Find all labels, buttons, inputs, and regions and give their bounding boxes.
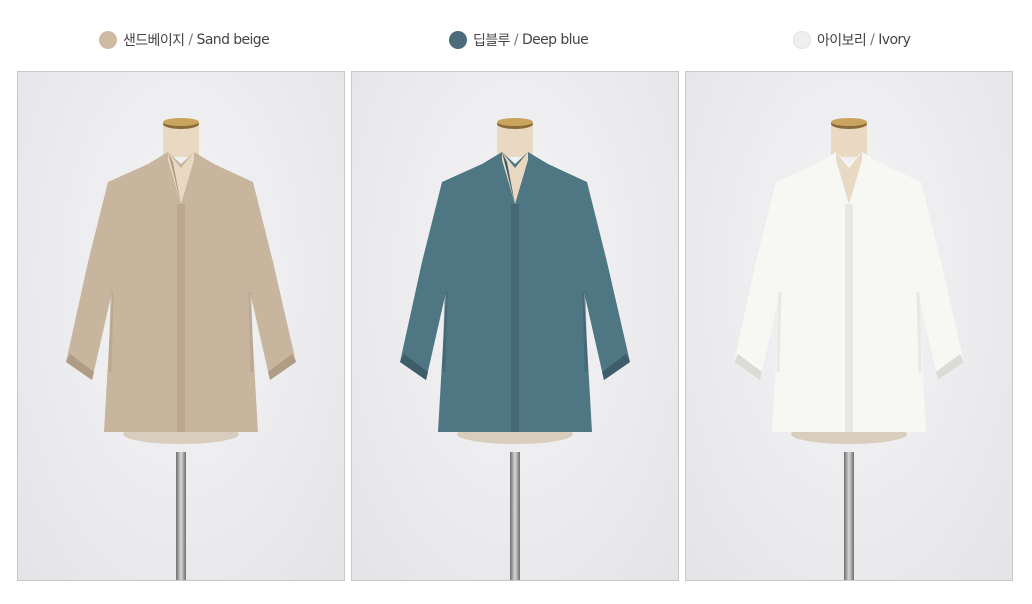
- color-swatch-icon: [99, 31, 117, 49]
- color-swatch-icon: [449, 31, 467, 49]
- product-image-ivory: [685, 71, 1013, 581]
- label-separator: /: [870, 32, 875, 48]
- color-name-english: Ivory: [878, 32, 911, 48]
- blouse-photo-icon: [734, 118, 964, 580]
- color-name-english: Deep blue: [521, 32, 589, 48]
- product-image-sand-beige: [17, 71, 345, 581]
- product-image-deep-blue: [351, 71, 679, 581]
- blouse-photo-icon: [66, 118, 296, 580]
- color-name-korean: 샌드베이지: [123, 33, 185, 49]
- color-name-korean: 아이보리: [817, 33, 867, 49]
- color-swatch-icon: [793, 31, 811, 49]
- color-name-english: Sand beige: [196, 32, 270, 48]
- color-label-ivory: 아이보리 / Ivory: [793, 30, 911, 50]
- blouse-photo-icon: [400, 118, 630, 580]
- label-separator: /: [188, 32, 193, 48]
- label-separator: /: [513, 32, 519, 48]
- color-label-sand-beige: 샌드베이지 / Sand beige: [99, 30, 270, 50]
- color-name-korean: 딥블루: [473, 33, 510, 49]
- color-label-deep-blue: 딥블루 / Deep blue: [449, 30, 589, 50]
